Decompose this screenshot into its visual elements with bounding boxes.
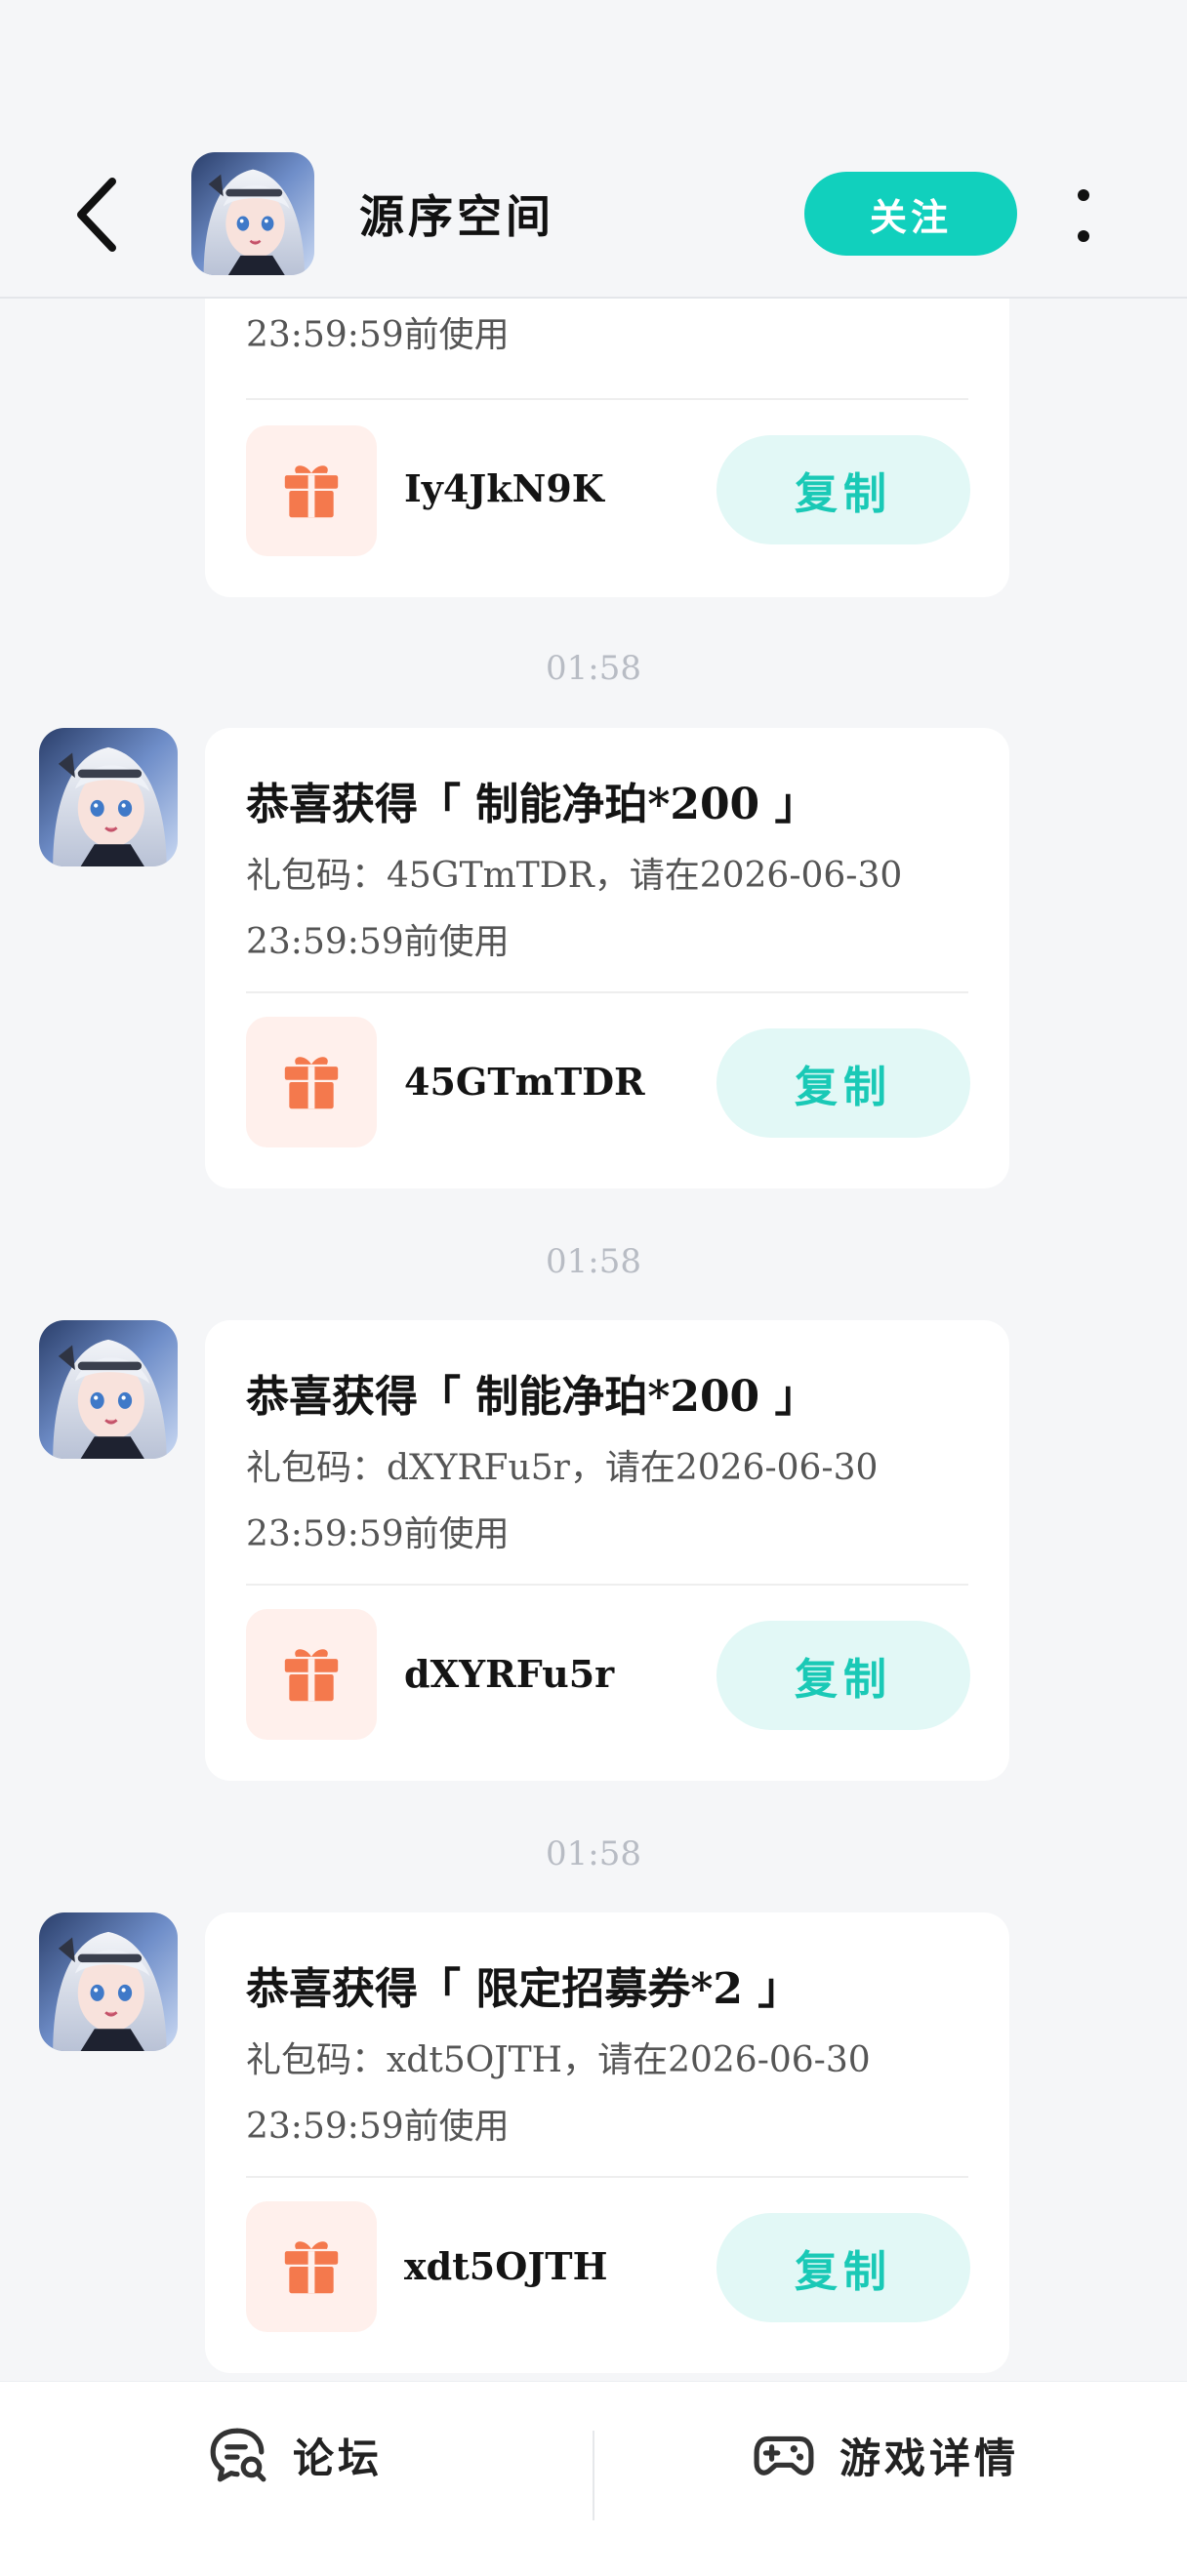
forum-chat-icon: [210, 2428, 266, 2482]
gift-code-text: dXYRFu5r: [404, 1652, 615, 1696]
back-arrow-icon: [77, 178, 116, 252]
tab-forum[interactable]: 论坛: [207, 2382, 383, 2528]
sender-avatar[interactable]: [39, 1320, 178, 1459]
gift-desc: 礼包码：45GTmTDR，请在2026-06-30 23:59:59前使用: [246, 843, 988, 976]
gift-desc-line1: 礼包码：45GTmTDR，请在2026-06-30: [246, 856, 903, 896]
gift-desc-line2: 23:59:59前使用: [246, 922, 510, 962]
gift-code-text: Iy4JkN9K: [404, 466, 604, 510]
follow-button[interactable]: 关注: [804, 172, 1017, 256]
gift-title: 恭喜获得「 制能净珀*200 」: [246, 780, 818, 829]
gift-title: 恭喜获得「 制能净珀*200 」: [246, 1372, 818, 1422]
copy-button[interactable]: 复制: [716, 435, 970, 544]
gift-icon: [246, 2201, 377, 2332]
more-dot-icon: [1078, 230, 1089, 242]
gift-desc-line1: 礼包码：dXYRFu5r，请在2026-06-30: [246, 1448, 879, 1488]
card-divider: [246, 2176, 968, 2178]
gift-code-text: xdt5OJTH: [404, 2244, 608, 2288]
message-timestamp: 01:58: [546, 1242, 641, 1281]
card-divider: [246, 991, 968, 993]
game-avatar[interactable]: [191, 152, 314, 275]
copy-button[interactable]: 复制: [716, 1621, 970, 1730]
top-nav-bar: 源序空间 关注: [0, 0, 1187, 299]
gift-icon: [246, 1609, 377, 1740]
gift-desc-line2: 23:59:59前使用: [246, 2107, 510, 2147]
sender-avatar[interactable]: [39, 1912, 178, 2051]
gift-message-card: 恭喜获得「 制能净珀*200 」 礼包码：dXYRFu5r，请在2026-06-…: [205, 1320, 1009, 1781]
tab-game-details[interactable]: 游戏详情: [754, 2382, 1019, 2528]
tab-forum-label: 论坛: [293, 2434, 384, 2482]
gamepad-icon: [754, 2435, 814, 2475]
more-options-button[interactable]: [1064, 181, 1103, 250]
gift-icon: [246, 1017, 377, 1147]
gift-desc: 礼包码：xdt5OJTH，请在2026-06-30 23:59:59前使用: [246, 2028, 988, 2160]
card-divider: [246, 1584, 968, 1586]
gift-desc-line2: 23:59:59前使用: [246, 1514, 510, 1554]
copy-button[interactable]: 复制: [716, 1028, 970, 1138]
message-timestamp: 01:58: [546, 649, 641, 688]
gift-desc: 礼包码：dXYRFu5r，请在2026-06-30 23:59:59前使用: [246, 1435, 988, 1568]
gift-icon: [246, 425, 377, 556]
tab-game-details-label: 游戏详情: [839, 2434, 1020, 2482]
message-timestamp: 01:58: [546, 1834, 641, 1873]
gift-desc-line1: 礼包码：xdt5OJTH，请在2026-06-30: [246, 2040, 871, 2080]
gift-code-text: 45GTmTDR: [404, 1060, 645, 1104]
sender-avatar[interactable]: [39, 728, 178, 866]
gift-title: 恭喜获得「 限定招募券*2 」: [246, 1964, 801, 2014]
gift-message-card: 恭喜获得「 限定招募券*2 」 礼包码：xdt5OJTH，请在2026-06-3…: [205, 1912, 1009, 2373]
message-feed[interactable]: 23:59:59前使用 Iy4JkN9K 复制 01:58 恭喜获得「 制能净珀…: [0, 0, 1187, 2381]
card-divider: [246, 398, 968, 400]
page-title: 源序空间: [359, 190, 554, 243]
copy-button[interactable]: 复制: [716, 2213, 970, 2322]
bottom-tab-bar: 论坛 游戏详情: [0, 2381, 1187, 2576]
back-button[interactable]: [59, 166, 137, 263]
tab-divider: [593, 2431, 594, 2520]
gift-desc-line2: 23:59:59前使用: [246, 315, 510, 355]
gift-message-card: 恭喜获得「 制能净珀*200 」 礼包码：45GTmTDR，请在2026-06-…: [205, 728, 1009, 1188]
more-dot-icon: [1078, 189, 1089, 201]
